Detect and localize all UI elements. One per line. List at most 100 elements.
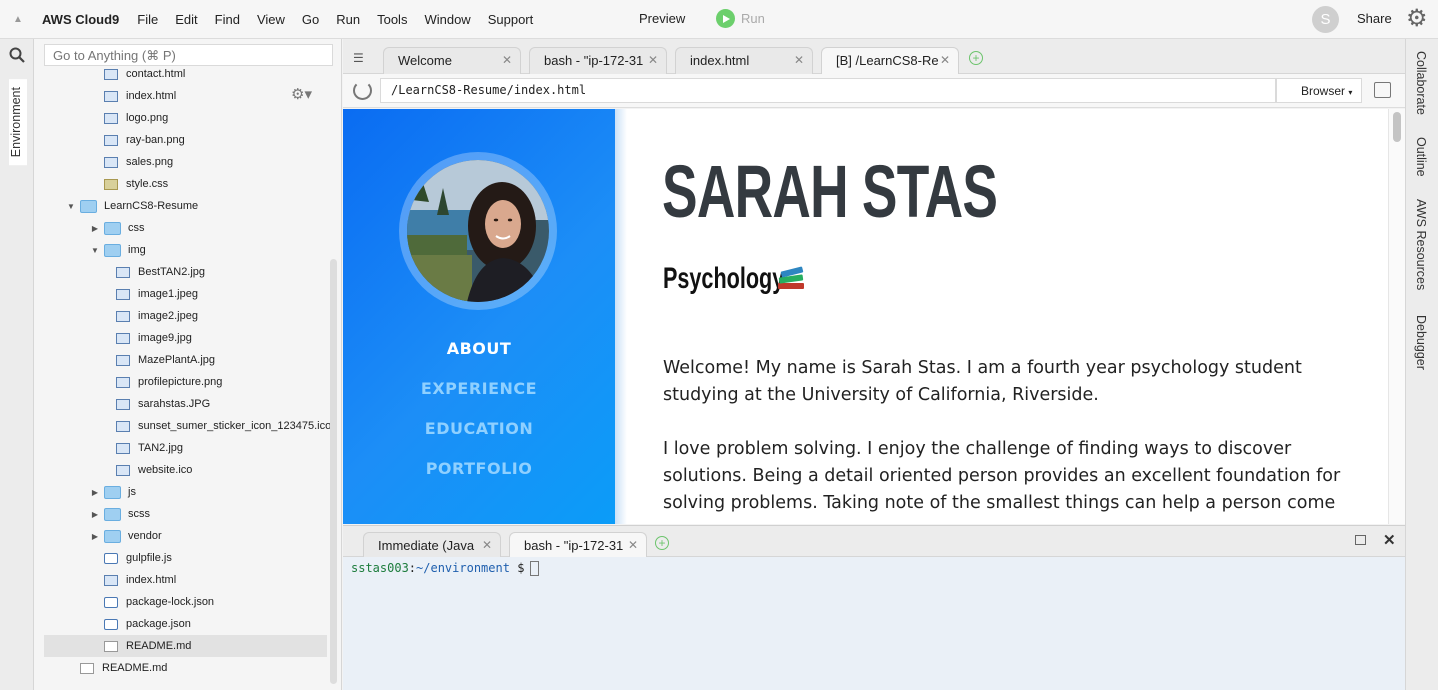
chevron-right-icon[interactable]: ▶: [90, 532, 100, 541]
tree-file[interactable]: profilepicture.png: [34, 371, 334, 393]
tree-file[interactable]: package.json: [34, 613, 334, 635]
menu-support[interactable]: Support: [488, 12, 534, 27]
menu-tools[interactable]: Tools: [377, 12, 407, 27]
tree-file[interactable]: image2.jpeg: [34, 305, 334, 327]
tree-file[interactable]: website.ico: [34, 459, 334, 481]
popout-icon[interactable]: [1374, 82, 1391, 98]
tree-folder[interactable]: ▶ css: [34, 217, 334, 239]
tree-file[interactable]: sales.png: [34, 151, 334, 173]
js-file-icon: [104, 596, 118, 608]
tab-terminal-bash[interactable]: bash - "ip-172-31 ✕: [509, 532, 647, 558]
close-panel-icon[interactable]: ✕: [1383, 531, 1396, 549]
menu-edit[interactable]: Edit: [175, 12, 197, 27]
tree-folder[interactable]: ▶ vendor: [34, 525, 334, 547]
tab-browser-preview[interactable]: [B] /LearnCS8-Re ✕: [821, 47, 959, 74]
tree-folder[interactable]: ▶ js: [34, 481, 334, 503]
close-icon[interactable]: ✕: [794, 53, 804, 67]
tree-item-label: MazePlantA.jpg: [138, 354, 216, 366]
tree-file[interactable]: README.md: [44, 635, 327, 657]
tab-label: [B] /LearnCS8-Re: [836, 53, 939, 68]
gear-icon[interactable]: ⚙: [1406, 6, 1428, 32]
tab-bash[interactable]: bash - "ip-172-31 ✕: [529, 47, 667, 74]
run-button[interactable]: Run: [716, 9, 765, 28]
tree-folder[interactable]: ▼ img: [34, 239, 334, 261]
about-paragraph-1: Welcome! My name is Sarah Stas. I am a f…: [663, 358, 1302, 405]
close-icon[interactable]: ✕: [628, 538, 638, 552]
tree-file[interactable]: TAN2.jpg: [34, 437, 334, 459]
tree-file[interactable]: style.css: [34, 173, 334, 195]
preview-scrollbar[interactable]: [1388, 109, 1405, 524]
nav-education[interactable]: EDUCATION: [343, 419, 615, 438]
tree-folder[interactable]: ▶ scss: [34, 503, 334, 525]
tree-file[interactable]: index.html: [34, 85, 334, 107]
url-input[interactable]: /LearnCS8-Resume/index.html: [380, 78, 1276, 103]
tree-file[interactable]: package-lock.json: [34, 591, 334, 613]
chevron-right-icon[interactable]: ▶: [90, 488, 100, 497]
add-terminal-icon[interactable]: +: [655, 536, 669, 550]
reload-icon[interactable]: [353, 81, 372, 100]
tab-label: Immediate (Java: [378, 538, 475, 553]
menu-view[interactable]: View: [257, 12, 285, 27]
tree-item-label: scss: [128, 508, 150, 520]
chevron-down-icon[interactable]: ▼: [66, 202, 76, 211]
preview-button[interactable]: Preview: [639, 11, 685, 26]
tab-aws-resources[interactable]: AWS Resources: [1414, 199, 1428, 290]
close-icon[interactable]: ✕: [648, 53, 658, 67]
collapse-menu-icon[interactable]: ▲: [0, 14, 36, 25]
tree-file[interactable]: logo.png: [34, 107, 334, 129]
folder-icon: [104, 507, 121, 521]
tab-debugger[interactable]: Debugger: [1414, 315, 1428, 370]
tree-file[interactable]: image1.jpeg: [34, 283, 334, 305]
tree-scrollbar[interactable]: [330, 259, 337, 684]
nav-experience[interactable]: EXPERIENCE: [343, 379, 615, 398]
browser-mode-dropdown[interactable]: Browser ▾: [1276, 78, 1362, 103]
menu-window[interactable]: Window: [424, 12, 470, 27]
tree-file[interactable]: gulpfile.js: [34, 547, 334, 569]
nav-about[interactable]: ABOUT: [343, 339, 615, 358]
nav-portfolio[interactable]: PORTFOLIO: [343, 459, 615, 478]
share-button[interactable]: Share: [1357, 11, 1392, 26]
add-tab-icon[interactable]: +: [969, 51, 983, 65]
css-file-icon: [104, 178, 118, 190]
close-icon[interactable]: ✕: [482, 538, 492, 552]
close-icon[interactable]: ✕: [502, 53, 512, 67]
chevron-down-icon[interactable]: ▼: [90, 246, 100, 255]
tree-file[interactable]: contact.html: [34, 63, 334, 85]
tree-file[interactable]: sunset_sumer_sticker_icon_123475.ico: [34, 415, 334, 437]
tab-environment[interactable]: Environment: [9, 79, 27, 166]
chevron-right-icon[interactable]: ▶: [90, 224, 100, 233]
tab-index-html[interactable]: index.html ✕: [675, 47, 813, 74]
tab-collaborate[interactable]: Collaborate: [1414, 51, 1428, 115]
tree-settings-icon[interactable]: ⚙▾: [291, 85, 312, 103]
tab-immediate[interactable]: Immediate (Java ✕: [363, 532, 501, 558]
tree-item-label: BestTAN2.jpg: [138, 266, 206, 278]
menu-go[interactable]: Go: [302, 12, 319, 27]
tree-file[interactable]: ray-ban.png: [34, 129, 334, 151]
tab-welcome[interactable]: Welcome ✕: [383, 47, 521, 74]
tree-item-label: img: [128, 244, 146, 256]
avatar[interactable]: S: [1312, 6, 1339, 33]
tree-file[interactable]: MazePlantA.jpg: [34, 349, 334, 371]
chevron-right-icon[interactable]: ▶: [90, 510, 100, 519]
scroll-thumb[interactable]: [1393, 112, 1401, 142]
menu-run[interactable]: Run: [336, 12, 360, 27]
tab-list-icon[interactable]: ☰: [353, 51, 364, 65]
tree-file[interactable]: index.html: [34, 569, 334, 591]
tree-folder[interactable]: ▼ LearnCS8-Resume: [34, 195, 334, 217]
tree-item-label: sunset_sumer_sticker_icon_123475.ico: [138, 420, 332, 432]
tab-outline[interactable]: Outline: [1414, 137, 1428, 177]
left-panel-strip: Environment: [0, 39, 34, 690]
menu-file[interactable]: File: [137, 12, 158, 27]
close-icon[interactable]: ✕: [940, 53, 950, 67]
html-file-icon: [104, 574, 118, 586]
search-icon[interactable]: [9, 47, 25, 63]
terminal[interactable]: sstas003:~/environment $: [343, 557, 1405, 690]
tree-file[interactable]: image9.jpg: [34, 327, 334, 349]
tree-file[interactable]: README.md: [34, 657, 334, 679]
tree-file[interactable]: BestTAN2.jpg: [34, 261, 334, 283]
brand-menu[interactable]: AWS Cloud9: [42, 12, 119, 27]
tab-label: bash - "ip-172-31: [524, 538, 624, 553]
tree-file[interactable]: sarahstas.JPG: [34, 393, 334, 415]
menu-find[interactable]: Find: [215, 12, 240, 27]
restore-panel-icon[interactable]: [1355, 535, 1366, 545]
